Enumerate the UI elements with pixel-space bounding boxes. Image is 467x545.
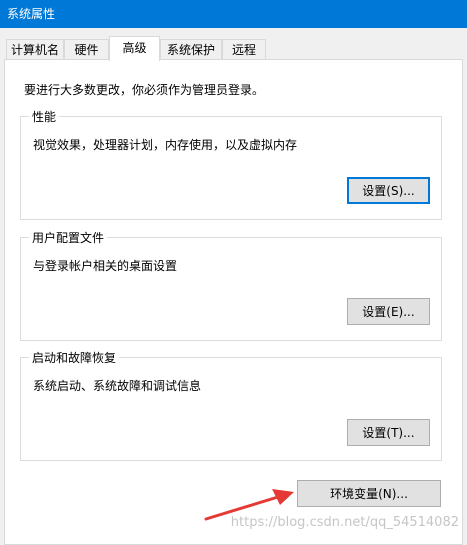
performance-settings-button[interactable]: 设置(S)... [347,177,430,204]
tab-advanced[interactable]: 高级 [109,36,160,61]
performance-group-title: 性能 [29,108,60,125]
tab-computer-name[interactable]: 计算机名 [6,39,64,59]
startup-recovery-group-title: 启动和故障恢复 [29,349,120,366]
startup-recovery-settings-label: 设置(T)... [362,426,415,440]
performance-description: 视觉效果，处理器计划，内存使用，以及虚拟内存 [33,138,298,152]
user-profiles-settings-label: 设置(E)... [362,305,415,319]
tab-hardware[interactable]: 硬件 [64,39,109,59]
tab-strip: 计算机名 硬件 高级 系统保护 远程 [0,36,467,61]
startup-recovery-settings-button[interactable]: 设置(T)... [347,419,430,446]
title-bar[interactable]: 系统属性 [0,0,467,28]
tab-remote[interactable]: 远程 [222,39,266,59]
environment-variables-button[interactable]: 环境变量(N)... [297,480,441,507]
user-profiles-settings-button[interactable]: 设置(E)... [347,298,430,325]
user-profiles-group-title: 用户配置文件 [29,229,108,246]
admin-notice: 要进行大多数更改，你必须作为管理员登录。 [24,83,265,97]
tab-system-protection[interactable]: 系统保护 [160,39,222,59]
environment-variables-label: 环境变量(N)... [330,487,408,501]
watermark: https://blog.csdn.net/qq_54514082 [230,515,459,530]
window-title: 系统属性 [7,7,56,21]
user-profiles-description: 与登录帐户相关的桌面设置 [33,259,178,273]
startup-recovery-description: 系统启动、系统故障和调试信息 [33,379,202,393]
performance-settings-label: 设置(S)... [362,184,415,198]
user-profiles-group: 用户配置文件 与登录帐户相关的桌面设置 [20,229,442,341]
performance-group: 性能 视觉效果，处理器计划，内存使用，以及虚拟内存 [20,108,442,220]
